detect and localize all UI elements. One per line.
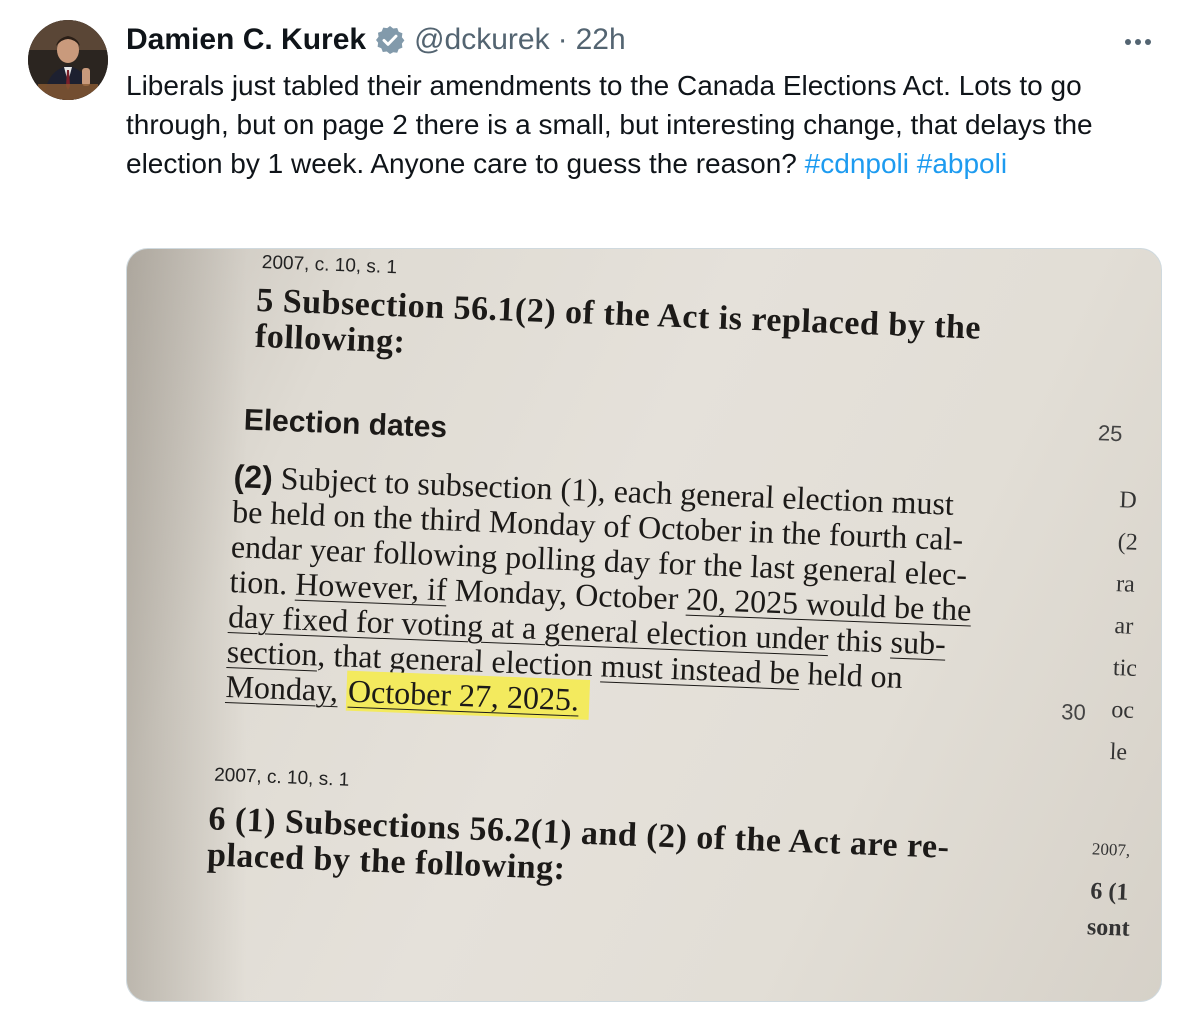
subsection-2-paragraph: (2) Subject to subsection (1), each gene… <box>224 458 1064 736</box>
adjacent-column-heading-cont: sont <box>1086 914 1131 942</box>
citation-top: 2007, c. 10, s. 1 <box>261 252 398 279</box>
more-options-icon[interactable] <box>1118 26 1158 58</box>
highlighted-date: October 27, 2025. <box>345 670 590 720</box>
para-text: . <box>570 681 580 718</box>
underlined-text: sub- <box>889 623 947 662</box>
subsection-number: (2) <box>232 458 274 496</box>
avatar[interactable] <box>28 20 108 100</box>
section-5-heading-cont: following: <box>254 317 407 361</box>
citation-bottom: 2007, c. 10, s. 1 <box>213 764 350 791</box>
line-number-25: 25 <box>1097 420 1123 447</box>
margin-fragment: ra <box>1115 571 1136 598</box>
tweet-photo[interactable]: 2007, c. 10, s. 1 5 Subsection 56.1(2) o… <box>126 248 1162 1002</box>
avatar-photo <box>28 20 108 100</box>
margin-fragment: le <box>1109 738 1128 766</box>
verified-badge-icon <box>374 24 406 56</box>
tweet-text: Liberals just tabled their amendments to… <box>126 66 1156 183</box>
tweet[interactable]: Damien C. Kurek @dckurek · 22h Liberals … <box>0 0 1186 1020</box>
highlighted-date-text: October 27, 2025 <box>347 672 572 718</box>
line-number-30: 30 <box>1060 699 1087 726</box>
underlined-text: must instead be <box>600 647 801 691</box>
margin-fragment: tic <box>1112 655 1138 682</box>
subheading-election-dates: Election dates <box>243 403 448 445</box>
tweet-header: Damien C. Kurek @dckurek · 22h <box>126 22 626 58</box>
separator-dot: · <box>557 23 568 56</box>
author-handle[interactable]: @dckurek <box>414 22 550 58</box>
underlined-text: section <box>226 633 319 673</box>
para-text: tion. <box>228 563 297 602</box>
author-name[interactable]: Damien C. Kurek <box>126 22 366 58</box>
hashtag-link[interactable]: #abpoli <box>917 148 1007 179</box>
para-text: held on <box>798 655 904 695</box>
margin-fragment: oc <box>1110 697 1135 724</box>
timestamp[interactable]: 22h <box>576 22 626 58</box>
hashtag-link[interactable]: #cdnpoli <box>805 148 909 179</box>
para-text: this <box>827 621 892 660</box>
document-photo: 2007, c. 10, s. 1 5 Subsection 56.1(2) o… <box>127 249 1161 1001</box>
bill-page: 2007, c. 10, s. 1 5 Subsection 56.1(2) o… <box>127 249 1161 1001</box>
underlined-text: Monday, <box>224 667 339 709</box>
adjacent-column-text: D (2 ra ar tic oc le <box>1109 479 1144 774</box>
margin-fragment: ar <box>1114 613 1134 640</box>
margin-fragment: (2 <box>1117 529 1139 556</box>
margin-fragment: D <box>1118 487 1138 514</box>
adjacent-column-citation: 2007, <box>1091 839 1131 860</box>
